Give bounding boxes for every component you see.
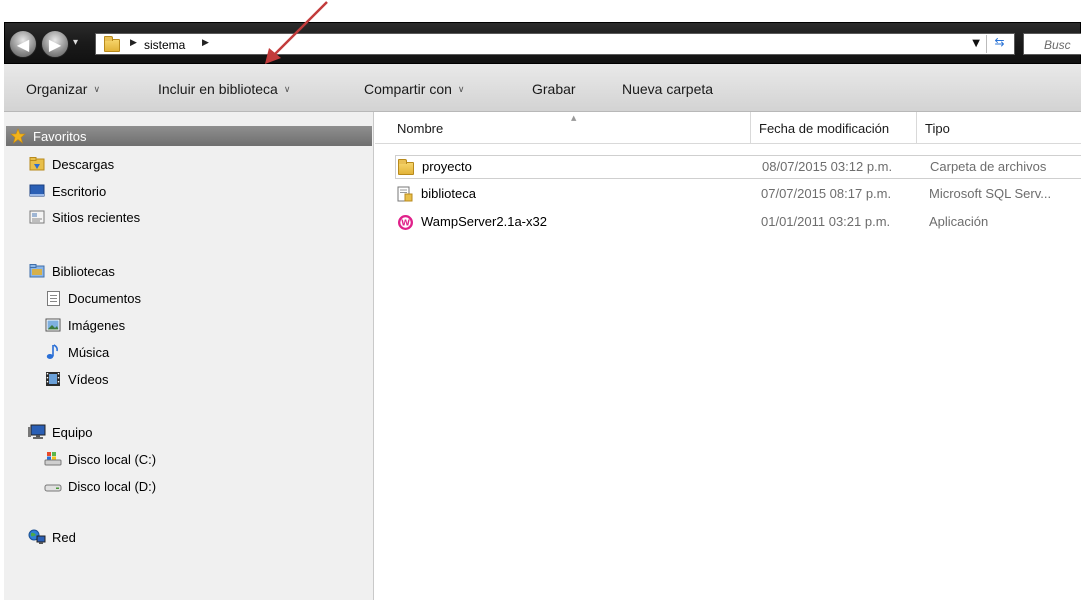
- system-drive-icon: [44, 451, 62, 467]
- nav-item-disco-d[interactable]: Disco local (D:): [44, 476, 156, 496]
- nav-label: Equipo: [52, 424, 93, 440]
- grabar-label: Grabar: [532, 81, 576, 97]
- nav-label: Disco local (C:): [68, 451, 157, 467]
- refresh-button[interactable]: ⇆: [986, 35, 1012, 53]
- grabar-button[interactable]: Grabar: [532, 81, 576, 97]
- nav-item-imagenes[interactable]: Imágenes: [44, 315, 125, 335]
- file-date: 08/07/2015 03:12 p.m.: [762, 159, 893, 174]
- chevron-down-icon: ∨: [283, 85, 291, 95]
- file-type: Microsoft SQL Serv...: [929, 186, 1052, 201]
- breadcrumb-separator-icon[interactable]: ▶: [130, 38, 137, 48]
- file-name: biblioteca: [421, 186, 476, 201]
- column-header-tipo[interactable]: Tipo: [917, 112, 1081, 144]
- nueva-carpeta-label: Nueva carpeta: [622, 81, 714, 97]
- nav-label: Documentos: [68, 290, 141, 306]
- nav-label: Bibliotecas: [52, 263, 115, 279]
- hard-drive-icon: [44, 478, 62, 494]
- file-name: WampServer2.1a-x32: [421, 214, 547, 229]
- column-header-nombre[interactable]: Nombre: [389, 112, 751, 144]
- nav-item-bibliotecas[interactable]: Bibliotecas: [28, 261, 115, 281]
- recent-places-icon: [28, 209, 46, 225]
- nav-label: Música: [68, 344, 110, 360]
- compartir-label: Compartir con: [364, 81, 452, 97]
- refresh-icon: ⇆: [994, 35, 1005, 49]
- file-date: 01/01/2011 03:21 p.m.: [761, 214, 891, 229]
- incluir-label: Incluir en biblioteca: [158, 81, 278, 97]
- nav-label: Escritorio: [52, 183, 107, 199]
- back-button[interactable]: ◀: [9, 30, 37, 58]
- computer-icon: [28, 424, 46, 440]
- path-dropdown-icon[interactable]: ▼: [972, 38, 980, 49]
- nav-item-red[interactable]: Red: [28, 527, 76, 547]
- column-header-fecha[interactable]: Fecha de modificación: [751, 112, 917, 144]
- compartir-con-menu[interactable]: Compartir con ∨: [364, 81, 465, 97]
- organizar-menu[interactable]: Organizar ∨: [26, 81, 100, 97]
- file-date: 07/07/2015 08:17 p.m.: [761, 186, 892, 201]
- nav-item-videos[interactable]: Vídeos: [44, 369, 108, 389]
- file-type: Aplicación: [929, 214, 989, 229]
- wampserver-icon: W: [397, 214, 415, 230]
- recent-pages-dropdown[interactable]: ▾: [73, 37, 87, 51]
- address-bar: ◀ ▶ ▾ ▶ sistema ▶ ▼ ⇆ Busc: [4, 22, 1081, 64]
- nav-label: Sitios recientes: [52, 209, 141, 225]
- nav-label: Favoritos: [33, 128, 87, 144]
- command-bar: Organizar ∨ Incluir en biblioteca ∨ Compar…: [4, 64, 1081, 112]
- file-list-pane: Nombre ▲ Fecha de modificación Tipo proy…: [375, 112, 1081, 600]
- file-name: proyecto: [422, 159, 472, 174]
- file-row[interactable]: biblioteca 07/07/2015 08:17 p.m. Microso…: [395, 183, 1081, 205]
- breadcrumb-separator-icon[interactable]: ▶: [202, 38, 209, 48]
- column-label: Tipo: [925, 120, 950, 136]
- chevron-down-icon: ∨: [93, 85, 101, 95]
- file-type: Carpeta de archivos: [930, 159, 1047, 174]
- file-row[interactable]: W WampServer2.1a-x32 01/01/2011 03:21 p.…: [395, 211, 1081, 233]
- nav-label: Disco local (D:): [68, 478, 157, 494]
- column-label: Nombre: [397, 120, 444, 136]
- libraries-icon: [28, 263, 46, 279]
- search-placeholder: Busc: [1044, 38, 1071, 52]
- pictures-icon: [44, 317, 62, 333]
- sort-caret-icon: ▲: [571, 114, 577, 122]
- organizar-label: Organizar: [26, 81, 88, 97]
- breadcrumb-sistema[interactable]: sistema: [144, 38, 185, 52]
- nav-item-equipo[interactable]: Equipo: [28, 422, 92, 442]
- navigation-pane: Favoritos Descargas Escritorio Sitios re…: [4, 112, 374, 600]
- chevron-down-icon: ∨: [457, 85, 465, 95]
- back-arrow-icon: ◀: [16, 34, 30, 54]
- star-icon: [9, 128, 27, 144]
- nueva-carpeta-button[interactable]: Nueva carpeta: [622, 81, 713, 97]
- nav-item-disco-c[interactable]: Disco local (C:): [44, 449, 156, 469]
- nav-item-favoritos[interactable]: Favoritos: [6, 126, 372, 146]
- nav-label: Red: [52, 529, 76, 545]
- nav-label: Descargas: [52, 156, 115, 172]
- nav-item-documentos[interactable]: Documentos: [44, 288, 141, 308]
- nav-item-escritorio[interactable]: Escritorio: [28, 181, 106, 201]
- path-field[interactable]: ▶ sistema ▶ ▼ ⇆: [95, 33, 1015, 55]
- nav-item-sitios-recientes[interactable]: Sitios recientes: [28, 207, 140, 227]
- nav-label: Imágenes: [68, 317, 126, 333]
- file-row[interactable]: proyecto 08/07/2015 03:12 p.m. Carpeta d…: [395, 155, 1081, 179]
- downloads-folder-icon: [28, 156, 46, 172]
- column-header-row: Nombre ▲ Fecha de modificación Tipo: [375, 112, 1081, 144]
- forward-arrow-icon: ▶: [48, 34, 62, 54]
- desktop-icon: [28, 183, 46, 199]
- documents-icon: [44, 290, 62, 306]
- folder-icon: [104, 36, 120, 52]
- nav-item-musica[interactable]: Música: [44, 342, 109, 362]
- videos-film-icon: [44, 371, 62, 387]
- annotation-arrow: [265, 1, 328, 64]
- column-label: Fecha de modificación: [759, 120, 890, 136]
- nav-label: Vídeos: [68, 371, 109, 387]
- network-icon: [28, 529, 46, 545]
- forward-button[interactable]: ▶: [41, 30, 69, 58]
- music-note-icon: [44, 344, 62, 360]
- incluir-en-biblioteca-menu[interactable]: Incluir en biblioteca ∨: [158, 81, 290, 97]
- sql-file-icon: [397, 186, 415, 202]
- nav-item-descargas[interactable]: Descargas: [28, 154, 114, 174]
- folder-icon: [398, 159, 416, 176]
- svg-text:W: W: [401, 219, 410, 228]
- search-input[interactable]: Busc: [1023, 33, 1081, 55]
